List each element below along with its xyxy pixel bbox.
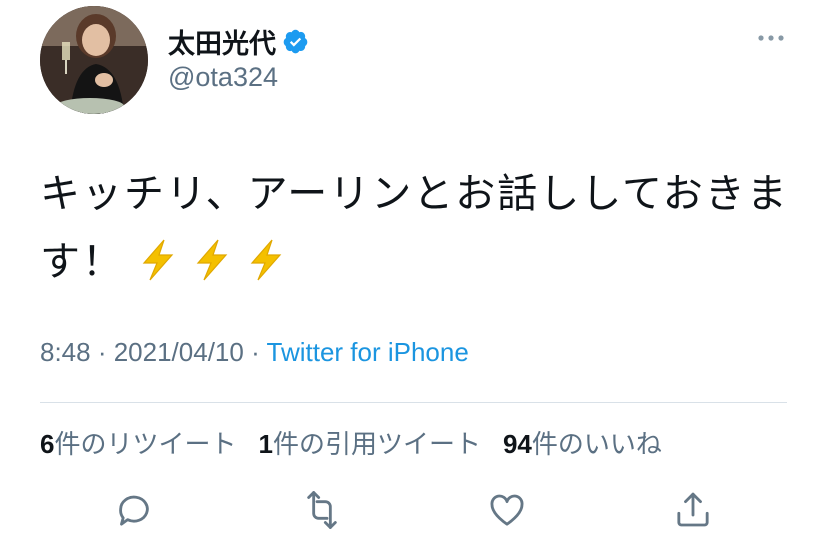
tweet-stats: 6件のリツイート 1件の引用ツイート 94件のいいね bbox=[40, 424, 662, 461]
meta-separator: · bbox=[90, 337, 114, 367]
display-name-text: 太田光代 bbox=[168, 29, 276, 60]
meta-separator: · bbox=[243, 337, 267, 367]
verified-badge-icon bbox=[283, 29, 308, 54]
tweet-source-link[interactable]: Twitter for iPhone bbox=[267, 337, 469, 367]
likes-count: 94 bbox=[502, 429, 532, 459]
tweet-date: 2021/04/10 bbox=[113, 337, 244, 367]
retweet-icon[interactable] bbox=[302, 490, 342, 530]
likes-stat[interactable]: 94件のいいね bbox=[503, 424, 662, 461]
tweet-actions bbox=[0, 490, 827, 534]
quotes-label: 件の引用ツイート bbox=[272, 430, 481, 460]
display-name[interactable]: 太田光代 bbox=[168, 22, 309, 61]
tweet-time: 8:48 bbox=[40, 337, 91, 367]
high-voltage-emoji-icon bbox=[196, 239, 228, 281]
high-voltage-emoji-icon bbox=[250, 239, 282, 281]
reply-icon[interactable] bbox=[114, 490, 154, 530]
quotes-stat[interactable]: 1件の引用ツイート bbox=[258, 424, 480, 461]
quotes-count: 1 bbox=[258, 429, 273, 459]
likes-label: 件のいいね bbox=[531, 430, 662, 460]
profile-avatar[interactable] bbox=[40, 6, 148, 114]
user-handle[interactable]: @ota324 bbox=[168, 62, 278, 93]
divider bbox=[40, 402, 787, 403]
share-icon[interactable] bbox=[673, 490, 713, 530]
retweets-label: 件のリツイート bbox=[54, 430, 237, 460]
tweet-text: キッチリ、アーリンとお話ししておきます！ bbox=[40, 160, 800, 296]
like-icon[interactable] bbox=[487, 490, 527, 530]
more-options-icon[interactable] bbox=[756, 28, 786, 48]
retweets-count: 6 bbox=[40, 429, 55, 459]
retweets-stat[interactable]: 6件のリツイート bbox=[40, 424, 236, 461]
high-voltage-emoji-icon bbox=[142, 239, 174, 281]
tweet-meta: 8:48 · 2021/04/10 · Twitter for iPhone bbox=[40, 337, 469, 368]
